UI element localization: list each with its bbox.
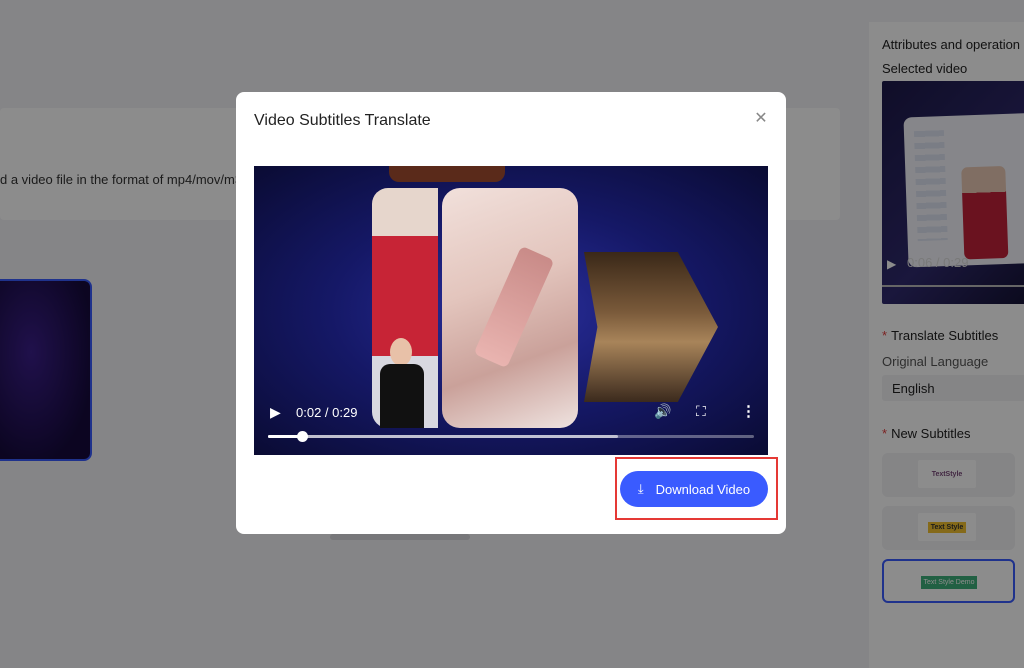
volume-icon[interactable]: 🔊: [654, 403, 671, 420]
video-panel-kitchen: [584, 252, 718, 402]
presenter-face: [390, 338, 412, 366]
video-panel-top: [389, 166, 505, 182]
more-options-icon[interactable]: ⋮: [741, 402, 756, 420]
video-player[interactable]: ▶ 0:02 / 0:29 🔊 ⛶ ⋮: [254, 166, 768, 455]
fullscreen-icon[interactable]: ⛶: [696, 403, 706, 420]
time-display: 0:02 / 0:29: [296, 405, 358, 420]
video-panel-perfume: [442, 188, 578, 428]
video-panel-person: [372, 188, 438, 428]
download-video-label: Download Video: [655, 481, 751, 497]
download-video-button[interactable]: ⤓ Download Video: [620, 471, 768, 507]
download-icon: ⤓: [637, 481, 644, 496]
buffered-range: [268, 435, 618, 438]
dialog-title: Video Subtitles Translate: [254, 112, 431, 129]
progress-bar[interactable]: [268, 431, 754, 442]
progress-knob[interactable]: [297, 431, 309, 442]
play-icon[interactable]: ▶: [270, 404, 281, 421]
perfume-bottle: [473, 245, 555, 369]
presenter-body: [380, 364, 424, 428]
close-icon[interactable]: ✕: [752, 110, 770, 128]
